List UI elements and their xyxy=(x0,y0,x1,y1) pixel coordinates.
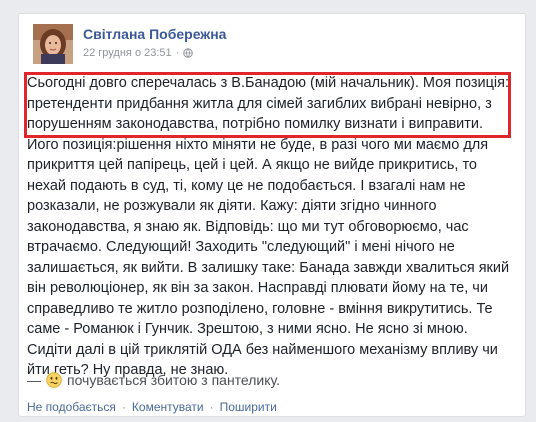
unlike-button[interactable]: Не подобається xyxy=(27,400,116,414)
profile-photo xyxy=(33,24,73,64)
feeling-dash: — xyxy=(27,372,41,388)
feeling-line: — почувається збитою з пантелику. xyxy=(27,372,280,388)
action-separator: · xyxy=(209,400,214,414)
comment-button[interactable]: Коментувати xyxy=(132,400,204,414)
facebook-post: Світлана Побережна 22 грудня о 23:51 · С… xyxy=(18,13,526,417)
meta-separator: · xyxy=(175,47,180,59)
action-separator: · xyxy=(121,400,126,414)
post-actions: Не подобається · Коментувати · Поширити xyxy=(27,400,277,414)
post-body-text: Сьогодні довго сперечалась з В.Банадою (… xyxy=(27,75,510,378)
post-timestamp[interactable]: 22 грудня о 23:51 xyxy=(83,47,172,59)
feeling-text: почувається збитою з пантелику. xyxy=(67,372,281,388)
author-name[interactable]: Світлана Побережна xyxy=(83,26,226,42)
avatar[interactable] xyxy=(33,24,73,64)
post-meta: 22 грудня о 23:51 · xyxy=(83,47,194,59)
share-button[interactable]: Поширити xyxy=(220,400,277,414)
confused-emoji-icon xyxy=(46,372,62,388)
globe-icon[interactable] xyxy=(183,48,194,58)
